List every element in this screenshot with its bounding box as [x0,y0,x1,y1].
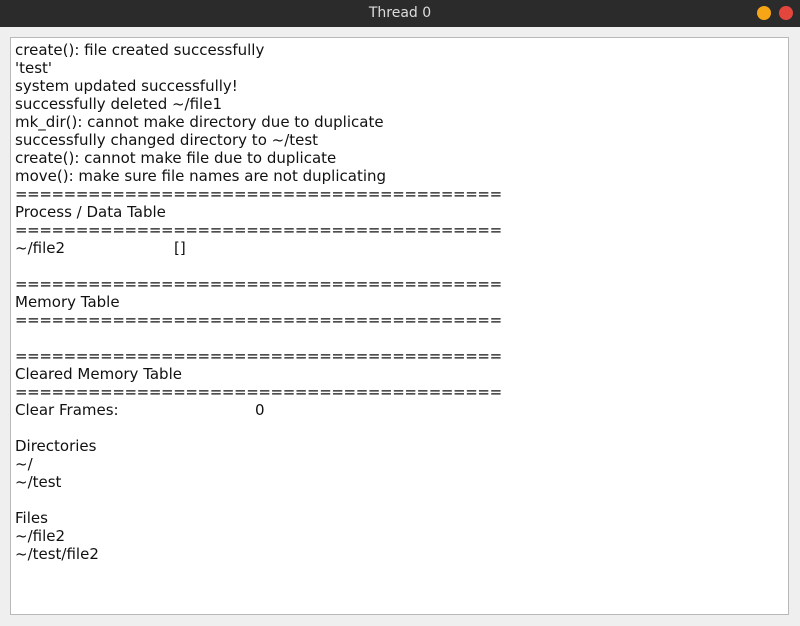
process-table-title: Process / Data Table [15,203,166,221]
file-item: ~/test/file2 [15,545,99,563]
process-name: ~/file2 [15,239,66,257]
clear-frames-label: Clear Frames: [15,401,119,419]
separator-line: ======================================== [15,383,502,401]
log-line: mk_dir(): cannot make directory due to d… [15,113,384,131]
directory-item: ~/test [15,473,62,491]
log-line: successfully changed directory to ~/test [15,131,319,149]
clear-frames-row: Clear Frames: 0 [15,401,784,419]
log-line: system updated successfully! [15,77,238,95]
process-data: [] [174,239,186,257]
close-button[interactable] [779,6,793,20]
separator-line: ======================================== [15,275,502,293]
separator-line: ======================================== [15,185,502,203]
window-title: Thread 0 [368,5,432,21]
separator-line: ======================================== [15,221,502,239]
log-line: create(): file created successfully [15,41,265,59]
file-item: ~/file2 [15,527,66,545]
log-line: 'test' [15,59,53,77]
process-table-row: ~/file2 [] [15,239,784,257]
cleared-memory-table-title: Cleared Memory Table [15,365,182,383]
minimize-button[interactable] [757,6,771,20]
log-line: move(): make sure file names are not dup… [15,167,387,185]
clear-frames-value: 0 [255,401,265,419]
separator-line: ======================================== [15,347,502,365]
log-line: successfully deleted ~/file1 [15,95,222,113]
directory-item: ~/ [15,455,33,473]
title-bar[interactable]: Thread 0 [0,0,800,27]
app-window: Thread 0 create(): file created successf… [0,0,800,626]
memory-table-title: Memory Table [15,293,120,311]
output-text-area[interactable]: create(): file created successfully 'tes… [10,37,789,615]
log-line: create(): cannot make file due to duplic… [15,149,337,167]
separator-line: ======================================== [15,311,502,329]
directories-title: Directories [15,437,97,455]
files-title: Files [15,509,48,527]
